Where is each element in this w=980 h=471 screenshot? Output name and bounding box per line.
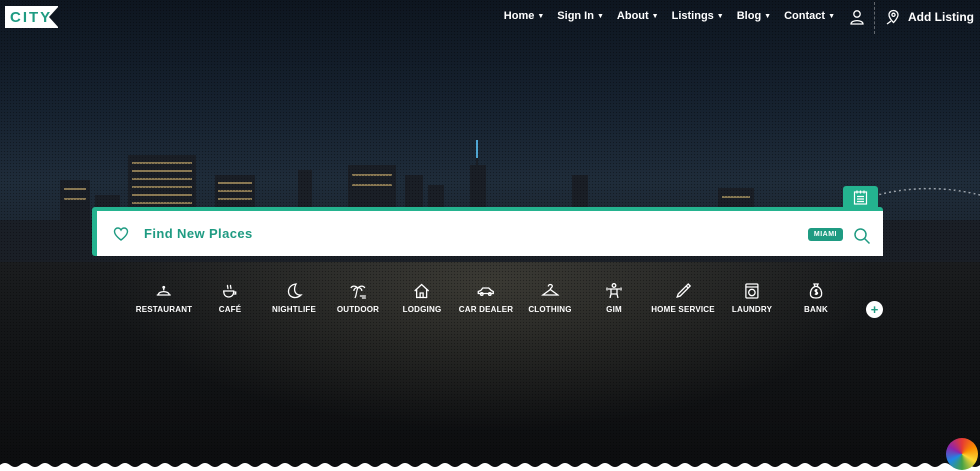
nav-item-listings[interactable]: Listings ▼ (672, 10, 724, 22)
cloche-icon (156, 285, 171, 296)
search-icon[interactable] (853, 227, 871, 245)
coffee-cup-icon (223, 284, 237, 298)
nav-divider (874, 2, 875, 34)
category-label: GIM (606, 305, 622, 314)
category-label: RESTAURANT (135, 305, 193, 314)
category-label: NIGHTLIFE (271, 305, 317, 314)
category-label: BANK (804, 305, 828, 314)
more-categories-button[interactable]: + (866, 301, 883, 318)
hanger-icon (541, 283, 559, 296)
color-switcher-icon[interactable] (946, 438, 978, 470)
calendar-tab[interactable] (843, 186, 878, 209)
caret-down-icon: ▼ (651, 12, 659, 20)
nav-label: About (616, 10, 649, 22)
nav-item-sign-in[interactable]: Sign In ▼ (557, 10, 604, 22)
caret-down-icon: ▼ (716, 12, 724, 20)
house-icon (414, 283, 430, 299)
category-label: LAUNDRY (731, 305, 773, 314)
search-inner: MIAMI (97, 211, 883, 256)
location-badge[interactable]: MIAMI (807, 228, 843, 241)
category-gim[interactable]: GIM (605, 282, 623, 314)
category-bar: RESTAURANT CAFÉ NIGHTLIFE OUTDOOR LODGIN… (0, 282, 980, 322)
user-icon[interactable] (849, 9, 865, 25)
category-home-service[interactable]: HOME SERVICE (651, 282, 715, 314)
caret-down-icon: ▼ (828, 12, 835, 20)
category-clothing[interactable]: CLOTHING (528, 282, 571, 314)
site-logo[interactable]: CITY (5, 6, 59, 28)
palm-tree-icon (350, 285, 366, 299)
nav-label: Listings (671, 10, 714, 22)
search-bar: MIAMI (92, 207, 883, 256)
money-bag-icon (809, 283, 823, 299)
bottom-wave-divider (0, 463, 980, 471)
category-label: CAR DEALER (458, 305, 514, 314)
category-lodging[interactable]: LODGING (403, 282, 442, 314)
nav-label: Sign In (557, 10, 594, 22)
category-label: LODGING (402, 305, 442, 314)
category-bank[interactable]: BANK (804, 282, 828, 314)
category-car-dealer[interactable]: CAR DEALER (459, 282, 513, 314)
category-label: OUTDOOR (336, 305, 380, 314)
logo-text: CITY (10, 8, 53, 26)
category-restaurant[interactable]: RESTAURANT (136, 282, 193, 314)
category-nightlife[interactable]: NIGHTLIFE (272, 282, 316, 314)
map-pin-icon (886, 9, 899, 25)
nav-label: Contact (784, 10, 826, 22)
moon-icon (287, 283, 303, 299)
nav-item-contact[interactable]: Contact ▼ (784, 10, 835, 22)
calendar-list-icon (853, 190, 868, 205)
search-input[interactable] (142, 225, 746, 242)
nav-label: Home (503, 10, 535, 22)
dumbbell-icon (606, 283, 622, 299)
heart-icon[interactable] (113, 226, 129, 242)
nav-item-about[interactable]: About ▼ (617, 10, 659, 22)
caret-down-icon: ▼ (764, 12, 772, 20)
nav-item-blog[interactable]: Blog ▼ (737, 10, 771, 22)
caret-down-icon: ▼ (537, 12, 545, 20)
pen-icon (675, 283, 691, 299)
category-outdoor[interactable]: OUTDOOR (337, 282, 379, 314)
category-label: HOME SERVICE (651, 305, 715, 314)
add-listing-button[interactable]: Add Listing (886, 9, 974, 25)
category-label: CAFÉ (218, 305, 242, 314)
nav-label: Blog (736, 10, 762, 22)
caret-down-icon: ▼ (596, 12, 604, 20)
washing-machine-icon (745, 283, 759, 299)
nav-item-home[interactable]: Home ▼ (504, 10, 545, 22)
category-laundry[interactable]: LAUNDRY (732, 282, 772, 314)
add-listing-label: Add Listing (908, 10, 974, 24)
category-cafe[interactable]: CAFÉ (219, 282, 242, 314)
category-label: CLOTHING (528, 305, 572, 314)
car-icon (477, 287, 495, 296)
main-nav: Home ▼ Sign In ▼ About ▼ Listings ▼ Blog… (504, 10, 835, 22)
